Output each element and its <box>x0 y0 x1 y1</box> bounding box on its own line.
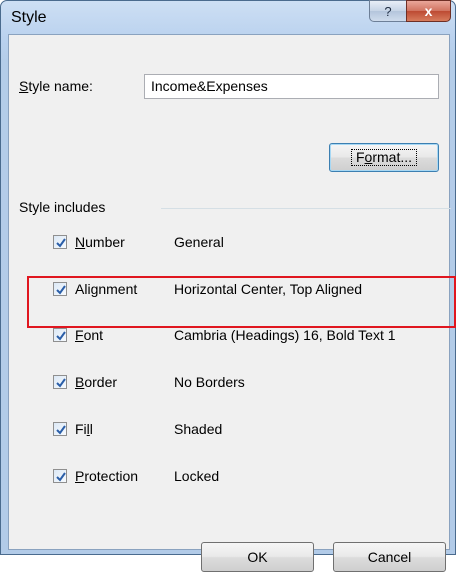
border-value: No Borders <box>174 374 245 390</box>
dialog-title: Style <box>11 9 47 26</box>
border-checkbox[interactable] <box>53 375 67 389</box>
style-dialog: Style ? x Style name: Income&Expenses Fo… <box>0 0 456 572</box>
style-name-input[interactable]: Income&Expenses <box>144 74 439 99</box>
number-label[interactable]: Number <box>75 234 125 250</box>
style-includes-group-label: Style includes <box>19 199 106 215</box>
protection-label[interactable]: Protection <box>75 468 138 484</box>
help-button[interactable]: ? <box>369 0 407 22</box>
font-value: Cambria (Headings) 16, Bold Text 1 <box>174 327 396 343</box>
checkmark-icon <box>56 331 66 341</box>
format-button[interactable]: Format... <box>329 143 439 172</box>
checkmark-icon <box>56 238 66 248</box>
ok-button[interactable]: OK <box>201 542 314 572</box>
protection-checkbox[interactable] <box>53 469 67 483</box>
protection-value: Locked <box>174 468 220 484</box>
checkmark-icon <box>56 378 66 388</box>
border-label[interactable]: Border <box>75 374 117 390</box>
checkmark-icon <box>56 425 66 435</box>
font-label[interactable]: Font <box>75 327 103 343</box>
close-button[interactable]: x <box>406 0 451 22</box>
fill-checkbox[interactable] <box>53 422 67 436</box>
number-checkbox[interactable] <box>53 235 67 249</box>
group-divider <box>161 208 451 209</box>
font-checkbox[interactable] <box>53 328 67 342</box>
fill-value: Shaded <box>174 421 223 437</box>
number-value: General <box>174 234 224 250</box>
checkmark-icon <box>56 472 66 482</box>
fill-label[interactable]: Fill <box>75 421 93 437</box>
font-row-highlight <box>27 276 456 328</box>
style-name-label: Style name: <box>19 78 93 94</box>
cancel-button[interactable]: Cancel <box>333 542 446 572</box>
